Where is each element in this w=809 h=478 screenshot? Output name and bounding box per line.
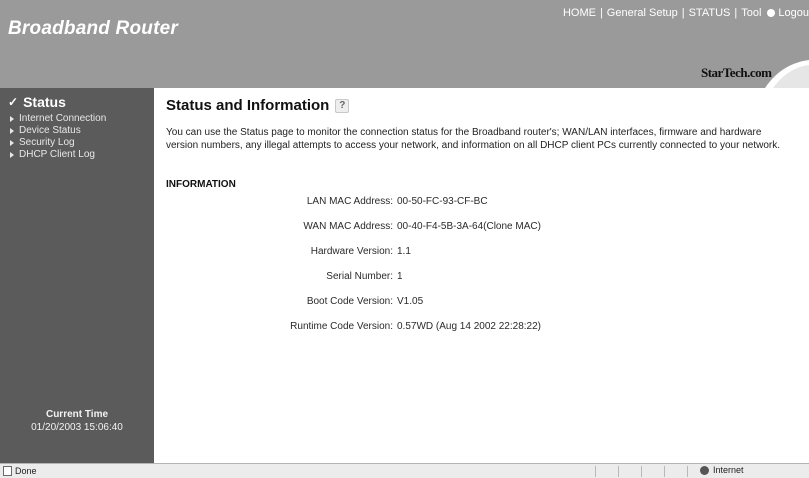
status-divider — [595, 466, 596, 477]
info-value: 1 — [397, 271, 403, 282]
triangle-right-icon — [10, 152, 14, 158]
info-value: 00-50-FC-93-CF-BC — [397, 196, 488, 207]
sidebar-menu: Internet Connection Device Status Securi… — [10, 113, 106, 161]
nav-tool-link[interactable]: Tool — [741, 7, 761, 19]
triangle-right-icon — [10, 140, 14, 146]
info-label: Runtime Code Version: — [290, 321, 393, 332]
startech-logo: StarTech.com — [679, 60, 809, 88]
nav-separator: | — [599, 7, 603, 19]
help-icon[interactable]: ? — [335, 98, 350, 113]
logo-text: StarTech.com — [701, 65, 772, 80]
main-content: Status and Information ? You can use the… — [154, 88, 809, 463]
nav-status-link[interactable]: STATUS — [689, 7, 731, 19]
nav-separator: | — [681, 7, 685, 19]
status-divider — [687, 466, 688, 477]
info-row-lan-mac: LAN MAC Address: 00-50-FC-93-CF-BC — [166, 196, 541, 221]
info-label: Boot Code Version: — [306, 296, 393, 307]
nav-logout-link[interactable]: Logou — [778, 7, 809, 19]
current-time-value: 01/20/2003 15:06:40 — [31, 422, 123, 433]
page-icon — [3, 466, 12, 476]
status-zone-text: Internet — [713, 465, 744, 475]
status-done: Done — [3, 466, 37, 476]
nav-home-link[interactable]: HOME — [563, 7, 596, 19]
info-value: 00-40-F4-5B-3A-64(Clone MAC) — [397, 221, 541, 232]
info-label: Serial Number: — [326, 271, 393, 282]
sidebar-item-label: Internet Connection — [19, 113, 107, 124]
sidebar-item-label: Device Status — [19, 125, 81, 136]
section-heading: INFORMATION — [166, 179, 236, 190]
nav-separator: | — [734, 7, 738, 19]
info-table: LAN MAC Address: 00-50-FC-93-CF-BC WAN M… — [166, 196, 541, 346]
status-zone: Internet — [700, 465, 744, 475]
info-row-serial-number: Serial Number: 1 — [166, 271, 541, 296]
info-value: 0.57WD (Aug 14 2002 22:28:22) — [397, 321, 541, 332]
sidebar-item-security-log[interactable]: Security Log — [10, 137, 106, 149]
info-label: WAN MAC Address: — [303, 221, 393, 232]
info-row-boot-code: Boot Code Version: V1.05 — [166, 296, 541, 321]
checkmark-icon: ✓ — [8, 95, 19, 109]
header-bar: Broadband Router HOME | General Setup | … — [0, 0, 809, 88]
status-divider — [664, 466, 665, 477]
info-label: Hardware Version: — [310, 246, 393, 257]
browser-status-bar: Done Internet — [0, 463, 809, 478]
info-row-wan-mac: WAN MAC Address: 00-40-F4-5B-3A-64(Clone… — [166, 221, 541, 246]
info-row-hardware-version: Hardware Version: 1.1 — [166, 246, 541, 271]
sidebar-item-internet-connection[interactable]: Internet Connection — [10, 113, 106, 125]
sidebar-heading-label: Status — [23, 94, 66, 110]
top-nav: HOME | General Setup | STATUS | Tool Log… — [563, 5, 809, 21]
status-divider — [618, 466, 619, 477]
info-value: V1.05 — [397, 296, 424, 307]
logout-bullet-icon — [767, 9, 776, 17]
info-value: 1.1 — [397, 246, 411, 257]
brand-title: Broadband Router — [8, 18, 178, 39]
sidebar-heading[interactable]: ✓ Status — [8, 94, 66, 110]
info-row-runtime-code: Runtime Code Version: 0.57WD (Aug 14 200… — [166, 321, 541, 346]
sidebar-item-device-status[interactable]: Device Status — [10, 125, 106, 137]
status-divider — [641, 466, 642, 477]
triangle-right-icon — [10, 116, 14, 122]
globe-icon — [700, 465, 709, 475]
logo-swoosh-icon — [765, 60, 809, 88]
sidebar-item-dhcp-client-log[interactable]: DHCP Client Log — [10, 149, 106, 161]
sidebar-item-label: DHCP Client Log — [19, 149, 95, 160]
info-label: LAN MAC Address: — [306, 196, 393, 207]
page-title: Status and Information ? — [166, 97, 350, 114]
page-title-text: Status and Information — [166, 97, 330, 114]
page-description: You can use the Status page to monitor t… — [166, 127, 780, 151]
sidebar-item-label: Security Log — [19, 137, 75, 148]
triangle-right-icon — [10, 128, 14, 134]
current-time-panel: Current Time 01/20/2003 15:06:40 — [0, 408, 154, 434]
sidebar: ✓ Status Internet Connection Device Stat… — [0, 88, 154, 463]
nav-general-setup-link[interactable]: General Setup — [607, 7, 678, 19]
current-time-label: Current Time — [45, 409, 109, 420]
status-done-text: Done — [15, 466, 37, 476]
